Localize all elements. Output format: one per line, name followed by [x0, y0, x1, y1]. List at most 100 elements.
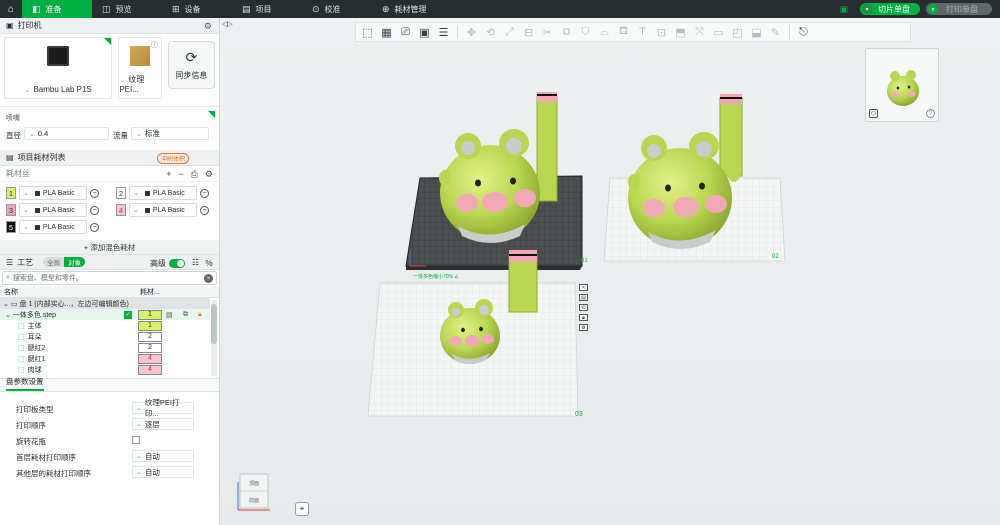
filament-type-icon [34, 190, 40, 196]
3d-viewport[interactable]: ◁▷ ⬚ ▦ ⎚ ▣ ☰ ✥ ⟲ ⤢ ⊟ ✂ ⧉ ⛉ ⌓ ⛾ T ⊡ ⬒ ⤧ ▭… [220, 18, 1000, 525]
remove-filament-icon[interactable]: − [90, 188, 99, 198]
gear-icon[interactable]: ⚙ [205, 169, 213, 180]
arrange-plate-icon[interactable]: ▤ [579, 294, 588, 301]
global-object-switch[interactable]: 全局 对象 [43, 257, 86, 267]
wipe-tower[interactable] [508, 250, 538, 313]
tree-row-part[interactable]: ⬚ 耳朵 2 [0, 331, 210, 342]
copy-icon[interactable]: ⧉ [183, 311, 188, 319]
tab-project[interactable]: ▤ 项目 [232, 0, 302, 18]
remove-filament-icon[interactable]: − [90, 205, 99, 215]
diameter-select[interactable]: ⌄ 0.4 [24, 127, 109, 140]
print-sequence-select[interactable]: ⌄ 逐层 [132, 418, 194, 430]
plate-settings-icon[interactable]: ⚙ [579, 324, 588, 331]
tree-scrollbar[interactable] [211, 300, 217, 376]
info-icon[interactable]: ⓘ [151, 40, 158, 50]
filament-select[interactable]: ⌄ PLA Basic [19, 186, 87, 200]
lock-icon[interactable]: 🔒︎ [198, 311, 202, 319]
tree-row-plate[interactable]: ⌄ ▭ 盘 1 (内部实心...，左边可编辑颜色) [0, 298, 210, 309]
home-icon[interactable]: ⌂ [0, 0, 22, 18]
first-layer-order-select[interactable]: ⌄ 自动 [132, 450, 194, 462]
plate-thumbnail[interactable]: ⬡ ? [865, 48, 939, 122]
global-option[interactable]: 全局 [43, 257, 65, 267]
device-status-icon[interactable]: ▣ [839, 4, 848, 15]
filament-item-3[interactable]: 3 ⌄ PLA Basic − [6, 203, 99, 217]
sync-ams-icon[interactable]: ⎙ [191, 169, 198, 180]
filament-item-5[interactable]: 5 ⌄ PLA Basic − [6, 220, 99, 234]
filament-badge[interactable]: 1 [138, 309, 162, 320]
plate-type-select[interactable]: ⌄ 纹理PEI打印... [132, 398, 194, 418]
remove-icon[interactable]: − [178, 169, 183, 180]
model-frog-3[interactable] [440, 299, 500, 364]
tab-device[interactable]: ⊞ 设备 [162, 0, 232, 18]
filament-item-2[interactable]: 2 ⌄ PLA Basic − [116, 186, 209, 200]
check-icon[interactable]: ✓ [124, 310, 132, 319]
filament-badge[interactable]: 1 [138, 320, 162, 331]
tree-row-object[interactable]: ⌄ 一体多色.step ✓ 1 ▤ ⧉ 🔒︎ [0, 309, 210, 320]
object-option[interactable]: 对象 [64, 257, 86, 267]
spiral-vase-checkbox[interactable] [132, 436, 140, 444]
close-plate-icon[interactable]: × [579, 284, 588, 291]
filament-tools: + − ⎙ ⚙ [166, 169, 213, 180]
filament-color-swatch[interactable]: 4 [116, 204, 126, 216]
clear-icon[interactable]: × [204, 274, 213, 283]
filament-select[interactable]: ⌄ PLA Basic [19, 220, 87, 234]
filament-select[interactable]: ⌄ PLA Basic [19, 203, 87, 217]
filament-color-swatch[interactable]: 1 [6, 187, 16, 199]
chevron-down-icon[interactable]: ⌄ [3, 300, 9, 308]
advanced-toggle[interactable] [169, 259, 185, 268]
settings-icon[interactable]: ▤ [166, 311, 173, 319]
other-layers-order-select[interactable]: ⌄ 自动 [132, 466, 194, 478]
tab-preview[interactable]: ◫ 预览 [92, 0, 162, 18]
camera-fit-button[interactable]: ⌖ [295, 502, 309, 516]
view-cube[interactable]: 顶面 前面 [236, 468, 272, 512]
tree-row-part[interactable]: ⬚ 腮红1 4 [0, 353, 210, 364]
remove-filament-icon[interactable]: − [200, 205, 209, 215]
filament-color-swatch[interactable]: 2 [116, 187, 126, 199]
tree-row-part[interactable]: ⬚ 肉球 4 [0, 364, 210, 375]
filament-select[interactable]: ⌄ PLA Basic [129, 203, 197, 217]
tab-prepare[interactable]: ◧ 准备 [22, 0, 92, 18]
sync-info-button[interactable]: ⟳ 同步信息 [167, 41, 215, 89]
slice-plate-button[interactable]: ▾ 切片单盘 [860, 3, 920, 15]
tree-row-part[interactable]: ⬚ 腮红2 2 [0, 342, 210, 353]
chevron-down-icon: ⌄ [23, 190, 29, 197]
filament-select[interactable]: ⌄ PLA Basic [129, 186, 197, 200]
flow-select[interactable]: ⌄ 标准 [131, 127, 209, 140]
flush-volume-button[interactable]: 冲刷体积 [156, 153, 189, 164]
filament-badge[interactable]: 4 [138, 353, 162, 364]
gear-icon[interactable]: ⚙ [204, 21, 212, 32]
add-icon[interactable]: + [166, 169, 171, 180]
filament-item-1[interactable]: 1 ⌄ PLA Basic − [6, 186, 99, 200]
search-input[interactable]: ⌕ 搜索盘、模型和零件。 × [2, 271, 217, 285]
lock-plate-icon[interactable]: 🔒︎ [579, 314, 588, 321]
filament-color-swatch[interactable]: 5 [6, 221, 16, 233]
chevron-down-icon[interactable]: ▾ [862, 4, 872, 14]
wipe-tower[interactable] [536, 92, 558, 202]
scrollbar-thumb[interactable] [211, 304, 217, 344]
help-icon[interactable]: ? [926, 109, 935, 118]
print-plate-button[interactable]: ▾ 打印单盘 [926, 3, 992, 15]
list-icon[interactable]: ☷ [192, 258, 199, 267]
plate-card[interactable]: ⓘ ⌄ 纹理PEI... [118, 37, 162, 99]
add-mixed-filament-button[interactable]: + 添加混色耗材 [0, 240, 219, 254]
chevron-down-icon[interactable]: ⌄ [5, 311, 11, 319]
tab-calibrate[interactable]: ⊙ 校准 [302, 0, 372, 18]
filament-item-4[interactable]: 4 ⌄ PLA Basic − [116, 203, 209, 217]
percent-icon[interactable]: ％ [205, 258, 213, 269]
chevron-down-icon[interactable]: ▾ [928, 4, 938, 14]
plate-settings-tab[interactable]: 盘参数设置 [0, 377, 219, 392]
tab-filament-manage[interactable]: ⊕ 耗材管理 [372, 0, 437, 18]
printer-card[interactable]: ⌄ Bambu Lab P1S [4, 37, 113, 99]
remove-filament-icon[interactable]: − [90, 222, 99, 232]
filament-color-swatch[interactable]: 3 [6, 204, 16, 216]
orient-plate-icon[interactable]: ⟲ [579, 304, 588, 311]
setting-label: 旋转花瓶 [16, 437, 46, 446]
filament-badge[interactable]: 2 [138, 331, 162, 342]
tree-row-part[interactable]: ⬚ 主体 1 [0, 320, 210, 331]
remove-filament-icon[interactable]: − [200, 188, 209, 198]
wipe-tower[interactable] [719, 94, 743, 177]
filament-badge[interactable]: 4 [138, 364, 162, 375]
view-cube-front-label: 前面 [249, 497, 259, 504]
object-icon[interactable]: ⬡ [869, 109, 878, 118]
filament-badge[interactable]: 2 [138, 342, 162, 353]
